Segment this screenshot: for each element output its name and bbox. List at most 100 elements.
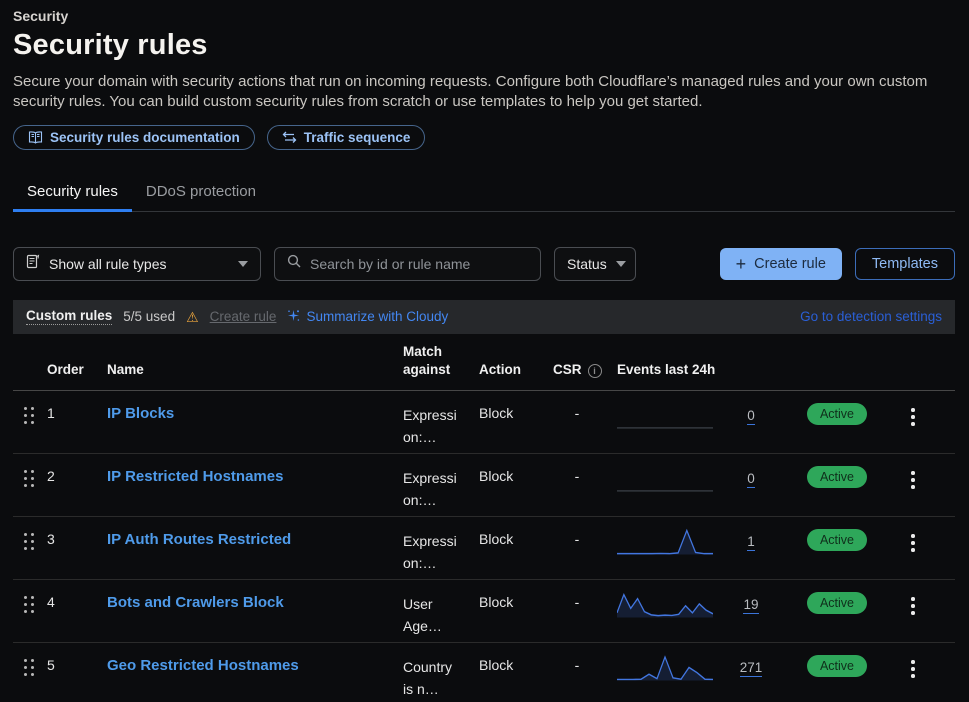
row-action: Block <box>479 454 553 484</box>
create-rule-disabled-link[interactable]: Create rule <box>210 309 277 324</box>
row-csr: - <box>553 454 601 484</box>
custom-rules-usage: 5/5 used <box>123 309 175 324</box>
events-count-link[interactable]: 1 <box>747 534 755 551</box>
custom-rules-bar: Custom rules 5/5 used ⚠ Create rule Summ… <box>13 300 955 334</box>
col-action: Action <box>479 361 553 380</box>
traffic-sequence-label: Traffic sequence <box>304 130 411 145</box>
events-count-link[interactable]: 19 <box>743 597 758 614</box>
rule-name-link[interactable]: IP Restricted Hostnames <box>107 468 283 485</box>
events-count-link[interactable]: 0 <box>747 471 755 488</box>
drag-handle[interactable] <box>13 454 47 487</box>
book-icon <box>28 131 43 144</box>
row-menu-button[interactable] <box>895 391 931 428</box>
row-match: Expression:… <box>403 517 463 574</box>
search-icon <box>287 254 301 273</box>
rule-doc-icon <box>26 254 40 274</box>
rule-search[interactable] <box>274 247 541 281</box>
status-dropdown-value: Status <box>567 256 607 272</box>
row-match: Expression:… <box>403 454 463 511</box>
row-match: Country is n… <box>403 643 463 700</box>
create-rule-button[interactable]: + Create rule <box>720 248 842 280</box>
events-sparkline <box>617 580 723 622</box>
rule-type-dropdown[interactable]: Show all rule types <box>13 247 261 281</box>
events-sparkline <box>617 454 723 496</box>
tab-security-rules[interactable]: Security rules <box>13 174 132 211</box>
page-header: Security Security rules Secure your doma… <box>13 8 955 150</box>
row-csr: - <box>553 517 601 547</box>
detection-settings-link[interactable]: Go to detection settings <box>800 309 942 324</box>
events-sparkline <box>617 517 723 559</box>
table-header: Order Name Match against Action CSR i Ev… <box>13 343 955 392</box>
events-count-link[interactable]: 0 <box>747 408 755 425</box>
row-action: Block <box>479 580 553 610</box>
drag-handle[interactable] <box>13 391 47 424</box>
row-order: 3 <box>47 517 107 547</box>
row-menu-button[interactable] <box>895 580 931 617</box>
drag-handle[interactable] <box>13 517 47 550</box>
warning-icon: ⚠ <box>186 310 199 324</box>
page-title: Security rules <box>13 29 955 62</box>
status-dropdown[interactable]: Status <box>554 247 636 281</box>
row-action: Block <box>479 391 553 421</box>
templates-button[interactable]: Templates <box>855 248 955 280</box>
table-row: 3 IP Auth Routes Restricted Expression:…… <box>13 517 955 580</box>
tab-bar: Security rules DDoS protection <box>13 174 955 212</box>
row-action: Block <box>479 643 553 673</box>
table-row: 1 IP Blocks Expression:… Block - 0 Activ… <box>13 391 955 454</box>
chevron-down-icon <box>616 261 626 267</box>
table-row: 4 Bots and Crawlers Block User Age… Bloc… <box>13 580 955 643</box>
events-sparkline <box>617 643 723 685</box>
tab-ddos-protection[interactable]: DDoS protection <box>132 174 270 211</box>
breadcrumb[interactable]: Security <box>13 8 955 24</box>
drag-handle[interactable] <box>13 643 47 676</box>
table-row: 2 IP Restricted Hostnames Expression:… B… <box>13 454 955 517</box>
summarize-label: Summarize with Cloudy <box>306 309 448 324</box>
row-order: 5 <box>47 643 107 673</box>
search-input[interactable] <box>310 256 528 272</box>
rule-type-dropdown-value: Show all rule types <box>49 256 229 272</box>
plus-icon: + <box>736 255 747 273</box>
events-sparkline <box>617 391 723 433</box>
chevron-down-icon <box>238 261 248 267</box>
col-order: Order <box>47 361 107 380</box>
summarize-with-cloudy-link[interactable]: Summarize with Cloudy <box>287 309 448 325</box>
security-docs-button[interactable]: Security rules documentation <box>13 125 255 150</box>
row-csr: - <box>553 643 601 673</box>
events-count-link[interactable]: 271 <box>740 660 763 677</box>
col-events: Events last 24h <box>617 361 779 380</box>
security-docs-label: Security rules documentation <box>50 130 240 145</box>
col-name: Name <box>107 361 403 380</box>
status-badge: Active <box>807 592 867 614</box>
table-row: 5 Geo Restricted Hostnames Country is n…… <box>13 643 955 702</box>
row-csr: - <box>553 391 601 421</box>
sparkle-icon <box>287 309 300 325</box>
filter-toolbar: Show all rule types Status + Create rule… <box>13 247 955 281</box>
row-menu-button[interactable] <box>895 454 931 491</box>
rule-name-link[interactable]: Geo Restricted Hostnames <box>107 657 299 674</box>
create-rule-label: Create rule <box>754 256 826 272</box>
kebab-icon <box>905 532 921 554</box>
kebab-icon <box>905 658 921 680</box>
info-icon[interactable]: i <box>588 364 602 378</box>
row-order: 1 <box>47 391 107 421</box>
row-csr: - <box>553 580 601 610</box>
drag-handle[interactable] <box>13 580 47 613</box>
col-csr: CSR i <box>553 361 617 380</box>
rules-table: Order Name Match against Action CSR i Ev… <box>13 343 955 702</box>
row-menu-button[interactable] <box>895 517 931 554</box>
col-match-against: Match against <box>403 343 465 381</box>
status-badge: Active <box>807 529 867 551</box>
status-badge: Active <box>807 655 867 677</box>
row-match: User Age… <box>403 580 463 637</box>
kebab-icon <box>905 406 921 428</box>
rule-name-link[interactable]: IP Auth Routes Restricted <box>107 531 291 548</box>
rules-table-body: 1 IP Blocks Expression:… Block - 0 Activ… <box>13 391 955 702</box>
swap-arrows-icon <box>282 131 297 143</box>
rule-name-link[interactable]: Bots and Crawlers Block <box>107 594 284 611</box>
traffic-sequence-button[interactable]: Traffic sequence <box>267 125 426 150</box>
page-description: Secure your domain with security actions… <box>13 72 955 113</box>
rule-name-link[interactable]: IP Blocks <box>107 405 174 422</box>
row-menu-button[interactable] <box>895 643 931 680</box>
custom-rules-title[interactable]: Custom rules <box>26 308 112 325</box>
status-badge: Active <box>807 466 867 488</box>
